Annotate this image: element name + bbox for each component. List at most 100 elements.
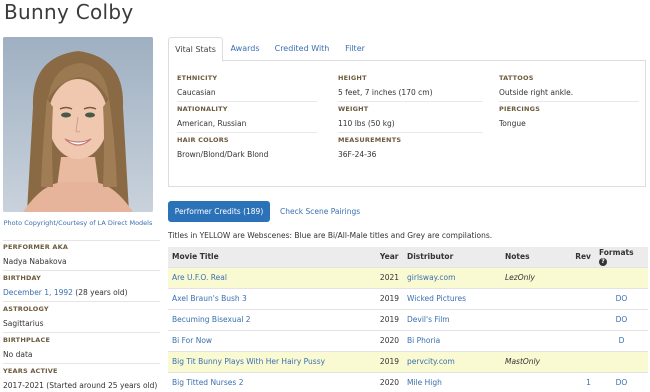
year-cell: 2021 [375,266,404,288]
ethnicity-value: Caucasian [177,88,216,97]
credits-table: Movie Title Year Distributor Notes Rev F… [168,247,648,392]
stat-divider [177,132,317,133]
notes-cell: LezOnly [500,266,567,288]
stat-divider [499,101,639,102]
year-cell: 2019 [375,350,404,372]
tab-credited-with[interactable]: Credited With [268,37,336,61]
sidebar-divider [3,240,160,241]
movie-title-link[interactable]: Are U.F.O. Real [168,266,376,288]
sidebar-divider [3,270,160,271]
question-circle-icon[interactable]: ? [598,257,607,266]
stat-divider [338,132,483,133]
formats-link[interactable]: DO [594,371,648,392]
review-count-link[interactable]: 1 [566,371,595,392]
notes-cell [500,287,567,309]
table-row: Are U.F.O. Real 2021 girlsway.com LezOnly [168,266,648,288]
formats-link [594,266,648,288]
photo-credit[interactable]: Photo Copyright/Courtesy of LA Direct Mo… [3,219,153,227]
height-label: HEIGHT [338,74,367,82]
col-year[interactable]: Year [375,247,404,267]
notes-cell: MastOnly [500,350,567,372]
tab-filter[interactable]: Filter [340,37,370,61]
formats-link [594,350,648,372]
col-distributor[interactable]: Distributor [403,247,501,267]
nationality-value: American, Russian [177,119,247,128]
height-value: 5 feet, 7 inches (170 cm) [338,88,433,97]
year-cell: 2020 [375,371,404,392]
ethnicity-label: ETHNICITY [177,74,218,82]
aka-label: PERFORMER AKA [3,243,69,251]
birthday-value: December 1, 1992 (28 years old) [3,288,128,297]
astrology-label: ASTROLOGY [3,305,49,313]
review-count-link [566,329,595,351]
col-formats-label: Formats [598,247,634,257]
distributor-link[interactable]: pervcity.com [403,350,501,372]
performer-credits-button[interactable]: Performer Credits (189) [168,201,270,222]
distributor-link[interactable]: Mile High [403,371,501,392]
movie-title-link[interactable]: Axel Braun's Bush 3 [168,287,376,309]
hair-colors-label: HAIR COLORS [177,136,229,144]
stat-divider [177,101,317,102]
review-count-link [566,266,595,288]
nationality-label: NATIONALITY [177,105,228,113]
weight-label: WEIGHT [338,105,369,113]
distributor-link[interactable]: Devil's Film [403,308,501,330]
sidebar-divider [3,301,160,302]
notes-cell [500,371,567,392]
year-cell: 2020 [375,329,404,351]
distributor-link[interactable]: Bi Phoria [403,329,501,351]
formats-link[interactable]: DO [594,308,648,330]
birthday-date-link[interactable]: December 1, 1992 [3,288,73,297]
review-count-link [566,308,595,330]
birthplace-value: No data [3,350,33,359]
tab-awards[interactable]: Awards [225,37,265,61]
measurements-value: 36F-24-36 [338,150,377,159]
aka-value: Nadya Nabakova [3,257,67,266]
formats-link[interactable]: DO [594,287,648,309]
review-count-link [566,287,595,309]
performer-photo [3,37,153,212]
birthday-label: BIRTHDAY [3,274,42,282]
stat-divider [338,101,483,102]
tab-vital-stats[interactable]: Vital Stats [168,37,223,62]
movie-title-link[interactable]: Big Tit Bunny Plays With Her Hairy Pussy [168,350,376,372]
distributor-link[interactable]: girlsway.com [403,266,501,288]
table-row: Big Titted Nurses 2 2020 Mile High 1 DO [168,371,648,392]
astrology-link[interactable]: Sagittarius [3,319,44,328]
measurements-label: MEASUREMENTS [338,136,402,144]
birthday-age: (28 years old) [75,288,128,297]
piercings-label: PIERCINGS [499,105,541,113]
col-notes: Notes [500,247,567,267]
credits-table-body: Are U.F.O. Real 2021 girlsway.com LezOnly Ax… [168,266,648,392]
tattoos-value: Outside right ankle. [499,88,574,97]
years-active-value: 2017-2021 (Started around 25 years old) [3,381,158,390]
performer-portrait-image [3,37,153,212]
table-row: Big Tit Bunny Plays With Her Hairy Pussy… [168,350,648,372]
review-count-link [566,350,595,372]
piercings-value: Tongue [499,119,526,128]
table-row: Bi For Now 2020 Bi Phoria D [168,329,648,351]
notes-cell [500,308,567,330]
year-cell: 2019 [375,287,404,309]
credits-legend-note: Titles in YELLOW are Webscenes: Blue are… [168,231,493,240]
movie-title-link[interactable]: Becuming Bisexual 2 [168,308,376,330]
year-cell: 2019 [375,308,404,330]
check-scene-pairings-link[interactable]: Check Scene Pairings [280,201,360,222]
sidebar-divider [3,363,160,364]
table-row: Becuming Bisexual 2 2019 Devil's Film DO [168,308,648,330]
distributor-link[interactable]: Wicked Pictures [403,287,501,309]
table-row: Axel Braun's Bush 3 2019 Wicked Pictures DO [168,287,648,309]
notes-cell [500,329,567,351]
years-active-label: YEARS ACTIVE [3,367,58,375]
birthplace-label: BIRTHPLACE [3,336,51,344]
col-formats: Formats ? [594,247,648,267]
formats-link[interactable]: D [594,329,648,351]
sidebar-divider [3,332,160,333]
tattoos-label: TATTOOS [499,74,534,82]
movie-title-link[interactable]: Big Titted Nurses 2 [168,371,376,392]
page-title: Bunny Colby [4,0,134,24]
col-movie-title[interactable]: Movie Title [168,247,376,267]
movie-title-link[interactable]: Bi For Now [168,329,376,351]
table-header-row: Movie Title Year Distributor Notes Rev F… [168,247,648,267]
weight-value: 110 lbs (50 kg) [338,119,395,128]
